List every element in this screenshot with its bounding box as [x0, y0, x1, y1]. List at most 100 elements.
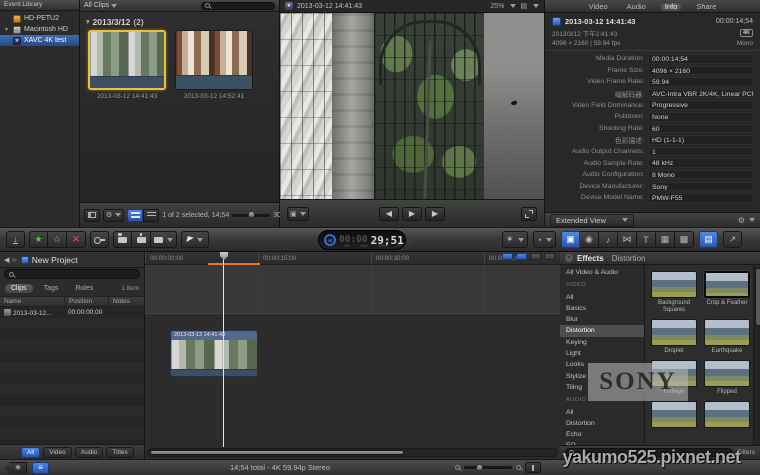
index-filter-button[interactable]: Audio	[74, 446, 104, 458]
music-browser-button[interactable]: ♪	[598, 231, 618, 248]
skimming-toggle[interactable]	[502, 253, 513, 260]
metadata-value[interactable]: 1	[648, 146, 754, 157]
zoom-out-icon[interactable]	[455, 465, 460, 470]
effects-category-item[interactable]: Basics	[560, 303, 644, 314]
reject-button[interactable]: ✕	[67, 231, 86, 248]
disclosure-triangle-icon[interactable]: ▾	[86, 18, 90, 26]
clip-filmstrip[interactable]	[175, 30, 253, 90]
metadata-value[interactable]: HD (1-1-1)	[648, 135, 754, 145]
effects-browser-button[interactable]: ▣	[560, 231, 580, 248]
index-filter-button[interactable]: All	[21, 446, 41, 458]
filmstrip-view-button[interactable]	[127, 208, 144, 222]
viewer-canvas[interactable]	[280, 13, 544, 199]
viewer-zoom-level[interactable]: 25%	[490, 3, 504, 10]
next-frame-button[interactable]: ▶	[425, 206, 445, 221]
media-browser-back-button[interactable]: ∗	[5, 461, 27, 474]
index-search-field[interactable]	[4, 269, 140, 279]
inspector-toggle-button[interactable]: ▤	[698, 231, 718, 248]
clip-appearance-button[interactable]	[525, 462, 541, 473]
effects-category-item[interactable]: Keying	[560, 337, 644, 348]
timeline-zoom-slider[interactable]	[464, 463, 512, 471]
effects-category-item[interactable]: All	[560, 407, 644, 418]
effect-tile[interactable]: Earthquake	[704, 318, 750, 355]
import-media-button[interactable]: ↓	[6, 231, 25, 248]
metadata-value[interactable]: None	[648, 112, 754, 122]
effect-tile[interactable]: Crop & Feather	[704, 271, 750, 314]
timeline-index-toggle-button[interactable]: ≡	[32, 461, 49, 474]
clip-filter-dropdown[interactable]: All Clips	[84, 2, 118, 9]
effect-thumbnail[interactable]	[704, 400, 750, 428]
playhead-line[interactable]	[223, 252, 224, 447]
history-forward-button[interactable]: ▶	[12, 256, 17, 264]
effects-scrollbar[interactable]	[753, 265, 760, 445]
tool-selector-button[interactable]: ◤	[181, 231, 209, 248]
metadata-value[interactable]: 8 Mono	[648, 169, 754, 180]
chevron-down-icon[interactable]	[510, 4, 517, 8]
metadata-value[interactable]: 48 kHz	[648, 158, 754, 168]
audio-skimming-toggle[interactable]	[516, 253, 527, 260]
effect-tile[interactable]	[704, 400, 750, 437]
snapping-toggle[interactable]	[544, 253, 555, 260]
thumbnail-duration-slider[interactable]	[232, 211, 271, 218]
effects-category-item[interactable]: Echo	[560, 429, 644, 440]
insert-edit-button[interactable]	[132, 231, 151, 248]
background-tasks-indicator[interactable]: 44	[324, 234, 336, 246]
scrollbar-thumb[interactable]	[150, 450, 404, 455]
metadata-settings-button[interactable]: ⚙	[738, 216, 755, 225]
metadata-value[interactable]: 00:00:14;54	[648, 54, 754, 64]
effect-thumbnail[interactable]	[704, 359, 750, 387]
generators-browser-button[interactable]: ▦	[655, 231, 675, 248]
disclosure-triangle-icon[interactable]: ▾	[5, 26, 10, 33]
titles-browser-button[interactable]: T	[636, 231, 656, 248]
effect-tile[interactable]	[651, 400, 697, 437]
index-filter-button[interactable]: Video	[43, 446, 72, 458]
slider-knob[interactable]	[248, 211, 256, 218]
list-view-button[interactable]	[143, 208, 160, 222]
retime-button[interactable]: ◔	[532, 231, 556, 248]
effects-panel-icon[interactable]: ✕	[565, 254, 573, 262]
column-position[interactable]: Position	[64, 297, 108, 306]
column-notes[interactable]: Notes	[108, 297, 144, 306]
solo-toggle[interactable]	[530, 253, 541, 260]
photos-browser-button[interactable]: ◉	[579, 231, 599, 248]
clip-thumbnail[interactable]: 2013-03-12 14:41:43	[88, 30, 166, 100]
event-library-item[interactable]: ▾ Macintosh HD	[0, 24, 79, 35]
metadata-value[interactable]: 4096 × 2160	[648, 65, 754, 76]
metadata-value[interactable]: 60	[648, 123, 754, 134]
effect-thumbnail[interactable]	[651, 400, 697, 428]
project-name[interactable]: New Project	[32, 255, 78, 265]
effect-thumbnail[interactable]	[651, 271, 697, 298]
effects-category-item[interactable]: VIDEO	[560, 280, 644, 291]
event-library-item[interactable]: ▾ XAVC 4K test	[0, 35, 79, 46]
timeline-clip[interactable]: 2013-03-12 14:41:43	[170, 330, 258, 377]
chevron-down-icon[interactable]	[533, 4, 539, 8]
favorite-button[interactable]: ★	[29, 231, 48, 248]
keyword-editor-button[interactable]	[90, 231, 109, 248]
transform-tools-button[interactable]: ▣	[287, 206, 309, 221]
index-clip-row[interactable]: 2013-03-12... 00:00:00;00	[0, 307, 144, 318]
audio-meters-mini[interactable]	[406, 235, 413, 245]
inspector-tab[interactable]: Share	[691, 2, 721, 11]
event-library-item[interactable]: ▾ HD-PETU2	[0, 13, 79, 24]
effects-category-item[interactable]: Blur	[560, 314, 644, 325]
history-back-button[interactable]: ◀	[4, 256, 9, 264]
effect-tile[interactable]: Background Squares	[651, 271, 697, 314]
clip-group-header[interactable]: ▾ 2013/3/12 (2)	[80, 12, 279, 30]
effect-thumbnail[interactable]	[651, 318, 697, 346]
metadata-value[interactable]: Sony	[648, 181, 754, 192]
effect-tile[interactable]: Flipped	[704, 359, 750, 396]
play-button[interactable]: ▶	[402, 206, 422, 221]
slider-knob[interactable]	[476, 463, 483, 471]
fullscreen-button[interactable]	[521, 206, 537, 221]
effect-thumbnail[interactable]	[704, 318, 750, 346]
inspector-tab[interactable]: Video	[584, 2, 613, 11]
timeline-panel[interactable]: 00:00:00;0000:00:15;0000:00:30;0000:00:4…	[145, 252, 560, 459]
effects-category-item[interactable]: All	[560, 292, 644, 303]
index-filter-button[interactable]: Titles	[106, 446, 134, 458]
metadata-value[interactable]: AVC-Intra VBR 2K/4K, Linear PCM	[648, 88, 754, 99]
column-name[interactable]: Name	[0, 297, 64, 306]
transitions-browser-button[interactable]: ⋈	[617, 231, 637, 248]
browser-search-field[interactable]	[201, 1, 275, 10]
effect-thumbnail[interactable]	[704, 271, 750, 298]
metadata-view-selector[interactable]: Extended View	[550, 213, 634, 227]
